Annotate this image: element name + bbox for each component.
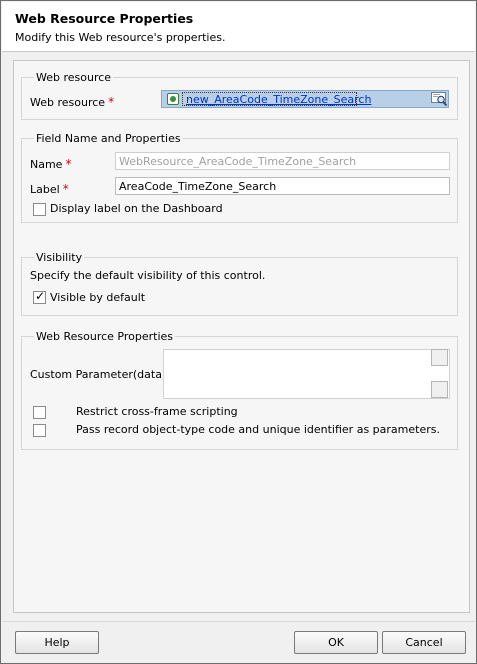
label-label-text: Label xyxy=(30,183,60,196)
name-field[interactable]: WebResource_AreaCode_TimeZone_Search xyxy=(115,152,450,170)
scroll-down-button[interactable] xyxy=(431,381,448,398)
required-mark: * xyxy=(62,182,69,196)
label-label: Label * xyxy=(30,182,69,196)
web-resource-group-title: Web resource xyxy=(34,71,114,84)
lookup-magnifier-icon[interactable] xyxy=(431,91,448,107)
required-mark: * xyxy=(65,157,72,171)
help-button[interactable]: Help xyxy=(15,631,99,654)
web-resource-label-text: Web resource xyxy=(30,96,106,109)
custom-parameter-textarea[interactable] xyxy=(163,349,450,399)
web-resource-icon xyxy=(167,93,179,105)
custom-parameter-label: Custom Parameter(data) xyxy=(30,368,167,381)
visibility-group-title: Visibility xyxy=(34,251,85,264)
web-resource-properties-dialog: Web Resource Properties Modify this Web … xyxy=(0,0,477,664)
pass-record-params-checkbox[interactable] xyxy=(33,424,46,437)
dialog-subtitle: Modify this Web resource's properties. xyxy=(15,31,226,44)
restrict-cross-frame-label: Restrict cross-frame scripting xyxy=(76,405,238,418)
footer-divider xyxy=(2,621,475,622)
display-label-dashboard-label: Display label on the Dashboard xyxy=(50,202,223,215)
visibility-group xyxy=(21,257,458,316)
dialog-title: Web Resource Properties xyxy=(15,11,194,26)
required-mark: * xyxy=(108,95,115,109)
web-resource-label: Web resource * xyxy=(30,95,114,109)
web-resource-link[interactable]: new_AreaCode_TimeZone_Search xyxy=(186,93,371,106)
web-resource-properties-group-title: Web Resource Properties xyxy=(34,330,176,343)
cancel-button[interactable]: Cancel xyxy=(382,631,466,654)
visible-by-default-checkbox[interactable] xyxy=(33,289,46,304)
visibility-description: Specify the default visibility of this c… xyxy=(30,269,266,282)
visible-by-default-label: Visible by default xyxy=(50,291,146,304)
web-resource-lookup-field[interactable]: new_AreaCode_TimeZone_Search xyxy=(161,90,449,108)
scroll-up-button[interactable] xyxy=(431,349,448,366)
label-field[interactable]: AreaCode_TimeZone_Search xyxy=(115,177,450,195)
pass-record-params-label: Pass record object-type code and unique … xyxy=(76,423,440,436)
name-label-text: Name xyxy=(30,158,63,171)
dialog-header: Web Resource Properties Modify this Web … xyxy=(2,2,475,52)
display-label-dashboard-checkbox[interactable] xyxy=(33,203,46,216)
field-properties-group-title: Field Name and Properties xyxy=(34,132,183,145)
restrict-cross-frame-checkbox[interactable] xyxy=(33,406,46,419)
name-label: Name * xyxy=(30,157,71,171)
ok-button[interactable]: OK xyxy=(294,631,378,654)
